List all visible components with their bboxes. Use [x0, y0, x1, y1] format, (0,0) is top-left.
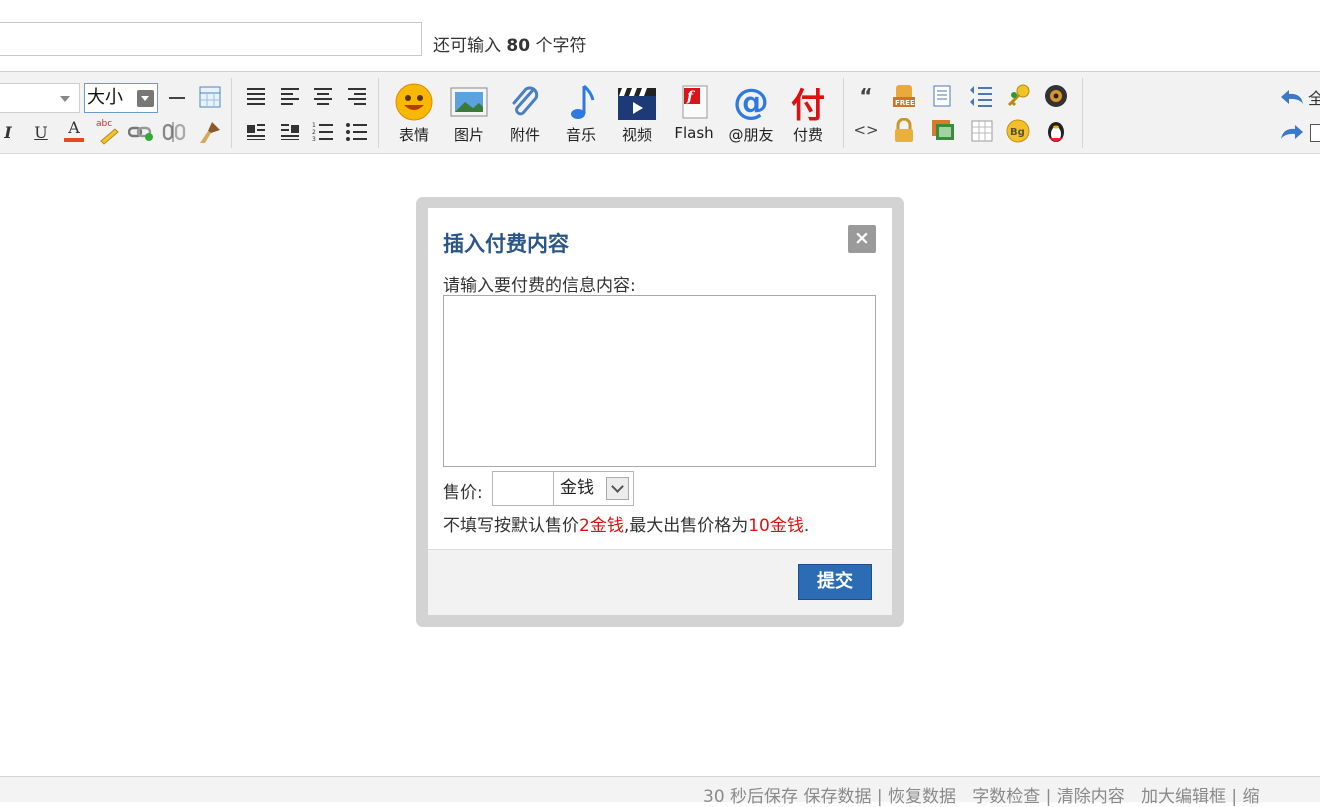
fullscreen-checkbox[interactable] [1310, 124, 1320, 142]
columns-icon[interactable] [969, 117, 995, 145]
dialog-footer: 提交 [428, 549, 892, 615]
submit-button[interactable]: 提交 [798, 564, 872, 600]
insert-video-label: 视频 [621, 126, 652, 144]
price-note: 不填写按默认售价2金钱,最大出售价格为10金钱. [443, 516, 810, 536]
insert-emoji-label: 表情 [398, 126, 429, 144]
insert-emoji-button[interactable]: 表情 [388, 80, 440, 150]
char-hint-suffix: 个字符 [535, 36, 587, 56]
web-camera-icon[interactable] [1042, 82, 1070, 110]
quote-icon[interactable]: “ [855, 84, 877, 108]
char-hint-prefix: 还可输入 [433, 36, 501, 56]
paperclip-icon [499, 80, 551, 124]
svg-text:1: 1 [312, 122, 316, 129]
unlink-icon[interactable] [161, 120, 187, 144]
shrink-editor-link[interactable]: 缩 [1243, 787, 1260, 807]
format-brush-icon[interactable] [196, 118, 224, 146]
free-content-icon[interactable]: FREE [891, 82, 917, 110]
insert-paid-content-label: 付费 [792, 126, 823, 144]
clear-content-link[interactable]: 清除内容 [1057, 787, 1125, 807]
insert-image-label: 图片 [453, 126, 484, 144]
font-size-select[interactable]: 大小 [84, 83, 158, 113]
subject-input[interactable] [0, 22, 422, 56]
align-left-icon[interactable] [278, 84, 302, 108]
insert-video-button[interactable]: 视频 [611, 80, 663, 150]
align-center-icon[interactable] [311, 84, 335, 108]
spellcheck-abc-icon[interactable]: abc [95, 116, 121, 146]
smiley-icon [388, 80, 440, 124]
mention-friend-label: @朋友 [728, 126, 774, 144]
char-hint-count: 80 [506, 36, 531, 56]
font-family-select[interactable] [0, 83, 80, 113]
svg-text:Bg: Bg [1010, 127, 1025, 138]
music-note-icon [555, 80, 607, 124]
insert-image-button[interactable]: 图片 [443, 80, 495, 150]
svg-text:3: 3 [312, 136, 316, 141]
at-sign-icon: @ [733, 81, 769, 123]
insert-flash-button[interactable]: f Flash [668, 80, 720, 150]
image-icon [443, 80, 495, 124]
font-color-icon[interactable]: A [62, 116, 86, 146]
chevron-down-icon[interactable] [606, 477, 629, 500]
video-clapper-icon [611, 80, 663, 124]
editor-toolbar: 大小 I U A abc 123 表情 图片 附件 音乐 视频 f Flash … [0, 71, 1320, 154]
dialog-title: 插入付费内容 [443, 232, 569, 256]
svg-text:2: 2 [312, 129, 316, 136]
align-justify-icon[interactable] [244, 84, 268, 108]
underline-icon[interactable]: U [30, 118, 52, 146]
price-label: 售价: [443, 483, 483, 503]
qq-penguin-icon[interactable] [1042, 117, 1070, 145]
chevron-down-icon[interactable] [137, 90, 154, 107]
unordered-list-icon[interactable] [345, 119, 369, 143]
float-left-icon[interactable] [244, 119, 268, 143]
status-links: 30 秒后保存 保存数据 | 恢复数据 字数检查 | 清除内容 加大编辑框 | … [703, 787, 1260, 807]
currency-select[interactable]: 金钱 [554, 471, 634, 506]
mention-friend-button[interactable]: @ @朋友 [725, 80, 777, 150]
link-icon[interactable] [128, 120, 154, 144]
insert-gallery-icon[interactable] [929, 117, 957, 145]
char-count-hint: 还可输入 80 个字符 [433, 31, 586, 56]
currency-selected: 金钱 [560, 478, 594, 498]
insert-paid-content-button[interactable]: 付 付费 [782, 80, 834, 150]
horizontal-rule-icon[interactable] [165, 86, 189, 110]
flash-icon: f [668, 80, 720, 124]
enlarge-editor-link[interactable]: 加大编辑框 [1141, 787, 1226, 807]
close-icon[interactable]: × [848, 225, 876, 253]
page-break-icon[interactable] [929, 82, 955, 110]
price-input[interactable] [492, 471, 554, 506]
paid-content-textarea[interactable] [443, 295, 876, 467]
background-music-icon[interactable]: Bg [1004, 117, 1032, 145]
insert-music-button[interactable]: 音乐 [555, 80, 607, 150]
italic-icon[interactable]: I [0, 118, 16, 146]
autosave-countdown: 30 秒后保存 [703, 787, 799, 807]
align-right-icon[interactable] [345, 84, 369, 108]
select-all-button[interactable]: 全 [1308, 84, 1320, 110]
ordered-list-icon[interactable]: 123 [311, 119, 335, 143]
code-icon[interactable]: <> [853, 118, 878, 142]
editor-status-bar: 30 秒后保存 保存数据 | 恢复数据 字数检查 | 清除内容 加大编辑框 | … [0, 776, 1320, 807]
paid-content-icon: 付 [791, 85, 825, 126]
hide-content-lock-icon[interactable] [891, 117, 917, 145]
chevron-down-icon [60, 96, 70, 102]
svg-text:abc: abc [96, 119, 112, 129]
directory-list-icon[interactable] [967, 82, 995, 110]
insert-music-label: 音乐 [565, 126, 596, 144]
table-icon[interactable] [197, 84, 223, 110]
undo-icon[interactable] [1278, 85, 1306, 109]
float-right-icon[interactable] [278, 119, 302, 143]
svg-text:FREE: FREE [895, 99, 915, 107]
password-key-icon[interactable] [1004, 82, 1032, 110]
paid-content-dialog: 插入付费内容 × 请输入要付费的信息内容: 售价: 金钱 不填写按默认售价2金钱… [416, 197, 904, 627]
save-data-link[interactable]: 保存数据 [803, 787, 871, 807]
restore-data-link[interactable]: 恢复数据 [888, 787, 956, 807]
insert-attachment-button[interactable]: 附件 [499, 80, 551, 150]
font-size-label: 大小 [87, 87, 123, 108]
word-check-link[interactable]: 字数检查 [972, 787, 1040, 807]
insert-attachment-label: 附件 [509, 126, 540, 144]
redo-icon[interactable] [1278, 120, 1306, 144]
insert-flash-label: Flash [674, 124, 714, 142]
dialog-body: 插入付费内容 × 请输入要付费的信息内容: 售价: 金钱 不填写按默认售价2金钱… [428, 208, 892, 615]
content-prompt: 请输入要付费的信息内容: [443, 276, 636, 296]
